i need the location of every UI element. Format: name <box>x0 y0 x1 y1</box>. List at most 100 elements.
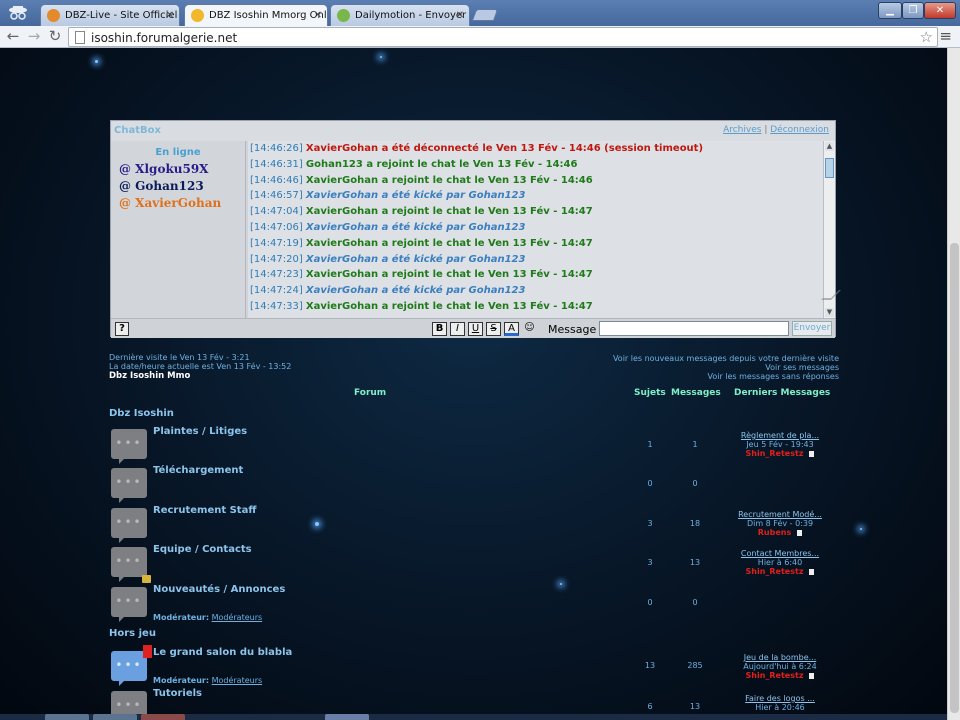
chat-input-bar: ? B I U S A ☺ Message : Envoyer <box>111 318 835 338</box>
message-count: 1 <box>692 440 698 449</box>
message-text: XavierGohan a rejoint le chat le Ven 13 … <box>305 300 593 312</box>
my-messages-link[interactable]: Voir ses messages <box>765 363 839 372</box>
online-user[interactable]: @ XavierGohan <box>119 196 245 210</box>
last-post-user[interactable]: Shin_Retestz <box>746 449 804 458</box>
maximize-button[interactable]: ❐ <box>902 2 924 19</box>
forum-bubble-icon: ••• <box>111 587 147 622</box>
underline-button[interactable]: U <box>468 322 483 336</box>
window-close-button[interactable]: ✕ <box>924 2 956 19</box>
forum-link[interactable]: Recrutement Staff <box>153 505 256 516</box>
close-tab-icon[interactable]: ✕ <box>314 5 322 26</box>
background-star <box>380 56 382 58</box>
topic-count: 0 <box>647 598 653 607</box>
column-forum: Forum <box>354 388 387 398</box>
category-title[interactable]: Dbz Isoshin <box>109 408 174 419</box>
goto-post-icon[interactable] <box>797 529 803 536</box>
last-post-user[interactable]: Shin_Retestz <box>746 567 804 576</box>
tab-dbz-isoshin[interactable]: DBZ Isoshin Mmorg Onlin ✕ <box>184 4 328 26</box>
message-text: XavierGohan a rejoint le chat le Ven 13 … <box>305 237 593 249</box>
close-tab-icon[interactable]: ✕ <box>456 5 464 26</box>
last-post-title[interactable]: Faire des logos ... <box>725 694 835 703</box>
last-post-user[interactable]: Shin_Retestz <box>746 671 804 680</box>
taskbar-button[interactable] <box>45 714 89 720</box>
goto-post-icon[interactable] <box>809 450 815 457</box>
close-tab-icon[interactable]: ✕ <box>166 5 174 26</box>
forward-arrow-icon[interactable]: → <box>25 28 43 46</box>
address-bar[interactable]: isoshin.forumalgerie.net ☆ <box>68 27 938 47</box>
tab-dbz-live[interactable]: DBZ-Live - Site Officiel du ✕ <box>40 4 180 26</box>
forum-link[interactable]: Téléchargement <box>153 465 243 476</box>
chat-scroll-thumb[interactable] <box>825 158 834 178</box>
bookmark-star-icon[interactable]: ☆ <box>920 28 933 46</box>
last-post: Recrutement Modé... Dim 8 Fév - 0:39 Rub… <box>725 510 835 537</box>
url-text: isoshin.forumalgerie.net <box>91 31 238 45</box>
last-post: Faire des logos ... Hier à 20:46 <box>725 694 835 712</box>
send-button[interactable]: Envoyer <box>792 321 832 336</box>
link-separator: | <box>764 125 768 135</box>
scroll-down-icon[interactable]: ▼ <box>825 308 834 317</box>
chat-message: [14:46:26] XavierGohan a été déconnecté … <box>248 141 824 157</box>
scroll-up-icon[interactable]: ▲ <box>825 142 834 151</box>
message-time: [14:47:20] <box>250 253 303 265</box>
new-tab-button[interactable] <box>471 9 499 21</box>
last-post-date: Jeu 5 Fév - 19:43 <box>746 440 814 449</box>
moderator-link[interactable]: Modérateurs <box>212 613 263 622</box>
color-button[interactable]: A <box>504 322 519 336</box>
reload-icon[interactable]: ↻ <box>46 28 64 46</box>
tab-label: DBZ-Live - Site Officiel du <box>65 10 179 21</box>
category-title[interactable]: Hors jeu <box>109 628 156 639</box>
moderator-link[interactable]: Modérateurs <box>212 676 263 685</box>
page-viewport: ChatBox Archives | Déconnexion En ligne … <box>0 48 947 720</box>
taskbar-button[interactable] <box>141 714 185 720</box>
strike-button[interactable]: S <box>486 322 501 336</box>
incognito-icon <box>6 3 30 23</box>
online-user[interactable]: @ Gohan123 <box>119 179 245 193</box>
last-post-title[interactable]: Règlement de pla... <box>725 431 835 440</box>
back-arrow-icon[interactable]: ← <box>4 28 22 46</box>
last-visit: Dernière visite le Ven 13 Fév - 3:21 <box>109 353 250 362</box>
message-input[interactable] <box>599 321 789 336</box>
archives-link[interactable]: Archives <box>723 125 761 135</box>
moderator-label: Modérateur: <box>153 613 210 622</box>
online-user[interactable]: @ Xlgoku59X <box>119 162 245 176</box>
message-count: 13 <box>689 702 701 711</box>
topic-count: 6 <box>647 702 653 711</box>
moderator-line: Modérateur: Modérateurs <box>153 676 262 685</box>
goto-post-icon[interactable] <box>809 672 815 679</box>
message-label: Message : <box>548 323 604 336</box>
unanswered-link[interactable]: Voir les messages sans réponses <box>707 372 839 381</box>
browser-menu-icon[interactable]: ≡ <box>939 27 952 45</box>
column-last-messages: Derniers Messages <box>734 388 831 398</box>
online-users-panel: En ligne @ Xlgoku59X @ Gohan123 @ Xavier… <box>111 141 246 318</box>
bold-button[interactable]: B <box>432 322 447 336</box>
dailymotion-favicon <box>337 9 350 22</box>
chatbox-header: ChatBox Archives | Déconnexion <box>111 121 835 141</box>
help-button[interactable]: ? <box>115 322 129 336</box>
goto-post-icon[interactable] <box>809 568 815 575</box>
message-time: [14:47:23] <box>250 269 303 281</box>
forum-link[interactable]: Le grand salon du blabla <box>153 647 292 658</box>
last-post-title[interactable]: Contact Membres... <box>725 549 835 558</box>
message-time: [14:47:04] <box>250 206 303 218</box>
taskbar-button[interactable] <box>93 714 137 720</box>
italic-button[interactable]: I <box>450 322 465 336</box>
smiley-icon[interactable]: ☺ <box>522 322 537 336</box>
background-star <box>560 583 562 585</box>
taskbar-button[interactable] <box>325 714 369 720</box>
forum-link[interactable]: Equipe / Contacts <box>153 544 252 555</box>
minimize-button[interactable]: ▁ <box>878 2 902 19</box>
forum-link[interactable]: Tutoriels <box>153 688 202 699</box>
tab-dailymotion[interactable]: Dailymotion - Envoyer un ✕ <box>330 4 470 26</box>
message-text: XavierGohan a été kické par Gohan123 <box>305 285 526 297</box>
page-scrollbar[interactable] <box>947 48 960 720</box>
last-post-title[interactable]: Recrutement Modé... <box>725 510 835 519</box>
message-text: XavierGohan a été kické par Gohan123 <box>305 253 526 265</box>
message-count: 285 <box>687 661 703 670</box>
page-scroll-thumb[interactable] <box>950 243 959 713</box>
new-messages-link[interactable]: Voir les nouveaux messages depuis votre … <box>613 354 839 363</box>
forum-link[interactable]: Plaintes / Litiges <box>153 426 247 437</box>
last-post-title[interactable]: Jeu de la bombe... <box>725 653 835 662</box>
forum-link[interactable]: Nouveautés / Annonces <box>153 584 285 595</box>
logout-link[interactable]: Déconnexion <box>770 125 829 135</box>
last-post-user[interactable]: Rubens <box>758 528 791 537</box>
